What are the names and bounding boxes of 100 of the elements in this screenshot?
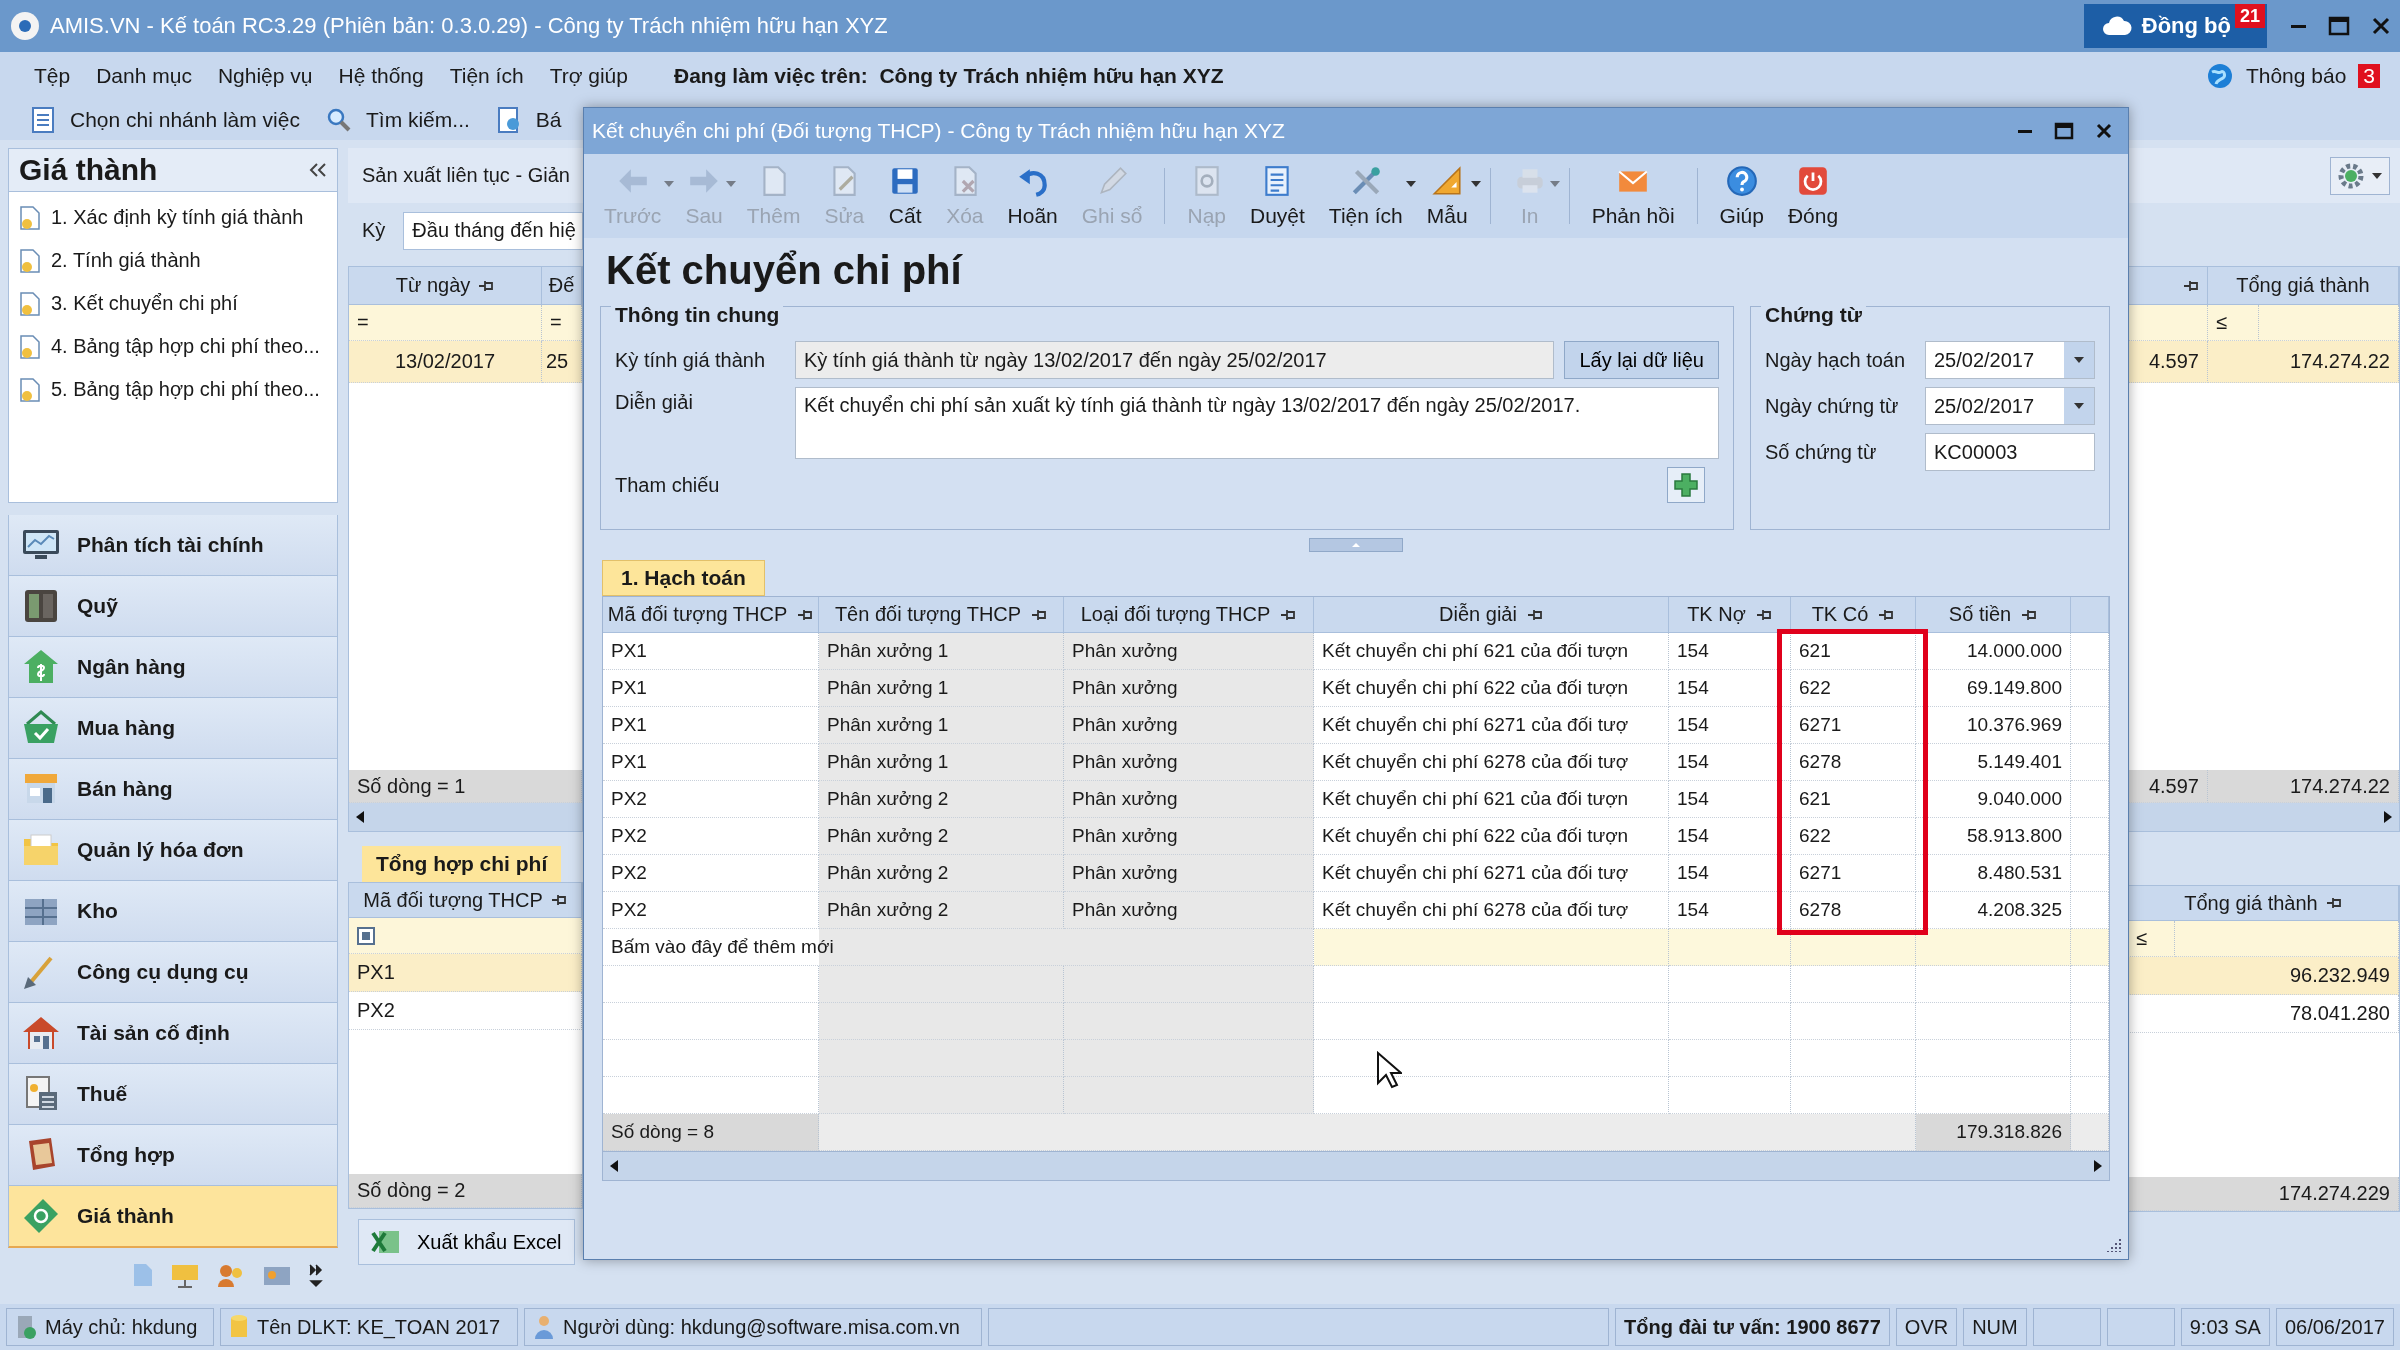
export-excel-button[interactable]: Xuất khẩu Excel [358, 1219, 575, 1265]
scroll-left-icon [609, 1159, 619, 1173]
settings-button[interactable] [2330, 156, 2390, 195]
pin-icon [1031, 607, 1048, 622]
column-header[interactable]: Tổng giá thành [2128, 886, 2399, 921]
module-button[interactable]: Giá thành [8, 1186, 338, 1248]
column-header[interactable]: Đế [542, 267, 582, 305]
module-button[interactable]: Công cụ dụng cụ [8, 942, 338, 1003]
table-cell: 14.000.000 [1916, 633, 2071, 670]
column-header[interactable]: Tổng giá thành [2208, 267, 2399, 305]
table-cell: Phân xưởng 2 [819, 818, 1064, 855]
toolbar-link[interactable]: Tìm kiếm... [365, 108, 470, 132]
column-header[interactable]: Loại đối tượng THCP [1064, 597, 1314, 633]
menu-item[interactable]: Danh mục [96, 64, 192, 88]
filter-cell[interactable] [2259, 305, 2399, 341]
filter-cell[interactable]: ≤ [2128, 921, 2175, 957]
field-label: Số chứng từ [1765, 439, 1878, 465]
module-button[interactable]: Tài sản cố định [8, 1003, 338, 1064]
cursor-icon [1376, 1051, 1402, 1089]
pin-icon [478, 278, 495, 293]
scrollbar[interactable] [349, 803, 582, 831]
module-button[interactable]: Ngân hàng [8, 637, 338, 698]
status-text: Tên DLKT: KE_TOAN 2017 [257, 1315, 501, 1339]
table-cell [2071, 744, 2109, 781]
close-icon [2372, 17, 2390, 35]
scrollbar[interactable] [2128, 803, 2399, 831]
task-link[interactable]: 3. Kết chuyển chi phí [51, 292, 238, 315]
toolbar-button[interactable]: Cất [878, 160, 933, 232]
table-cell: 154 [1669, 707, 1791, 744]
table-cell: 58.913.800 [1916, 818, 2071, 855]
module-button[interactable]: Quỹ [8, 576, 338, 637]
table-cell: 622 [1791, 818, 1916, 855]
column-header[interactable]: TK Nợ [1669, 597, 1791, 633]
table-cell: Kết chuyển chi phí 622 của đối tượn [1314, 818, 1669, 855]
excel-icon [371, 1229, 401, 1255]
menu-item[interactable]: Tệp [34, 64, 71, 88]
filter-cell[interactable]: = [349, 305, 542, 341]
field-label: Ngày hạch toán [1765, 347, 1907, 373]
tab[interactable]: Tổng hợp chi phí [362, 846, 562, 882]
toolbar-button[interactable]: Đóng [1777, 160, 1849, 232]
module-button[interactable]: Thuế [8, 1064, 338, 1125]
toolbar-link[interactable]: Chọn chi nhánh làm việc [70, 108, 300, 132]
column-header[interactable]: Tên đối tượng THCP [819, 597, 1064, 633]
filter-cell[interactable]: ≤ [2208, 305, 2259, 341]
table-cell: Kết chuyển chi phí 621 của đối tượn [1314, 781, 1669, 818]
pin-icon [1526, 607, 1543, 622]
column-header[interactable]: Mã đối tượng THCP [349, 883, 582, 918]
column-header[interactable] [2128, 267, 2208, 305]
tab[interactable]: 1. Hạch toán [602, 560, 765, 596]
collapse-handle[interactable] [1309, 538, 1403, 552]
group-title: Thông tin chung [611, 303, 784, 327]
scrollbar[interactable] [602, 1152, 2110, 1181]
menu-item[interactable]: Nghiệp vụ [217, 64, 313, 88]
toolbar-button[interactable]: Tiện ích [1318, 160, 1413, 232]
menu-item[interactable]: Hệ thống [338, 64, 424, 88]
task-link[interactable]: 2. Tính giá thành [51, 249, 201, 272]
table-cell: Phân xưởng [1064, 633, 1314, 670]
task-link[interactable]: 1. Xác định kỳ tính giá thành [51, 206, 304, 229]
menu-item[interactable]: Trợ giúp [549, 64, 628, 88]
table-cell: 96.232.949 [2128, 957, 2399, 995]
pin-icon [1280, 607, 1297, 622]
pin-icon [1755, 607, 1772, 622]
menu-item[interactable]: Tiện ích [449, 64, 524, 88]
task-link[interactable]: 4. Bảng tập hợp chi phí theo... [51, 335, 320, 358]
column-header[interactable]: Mã đối tượng THCP [603, 597, 819, 633]
toolbar-button[interactable]: Duyệt [1240, 160, 1315, 232]
filter-cell[interactable]: = [542, 305, 582, 341]
date-field[interactable]: 25/02/2017 [1925, 387, 2095, 425]
task-link[interactable]: 5. Bảng tập hợp chi phí theo... [51, 378, 320, 401]
toolbar-link[interactable]: Bá [535, 108, 562, 132]
sync-button[interactable]: Đồng bộ 21 [2083, 4, 2267, 48]
filter-cell[interactable] [2175, 921, 2399, 957]
working-company-label: Đang làm việc trên: Công ty Trách nhiệm hữu hạn XYZ [674, 64, 1224, 88]
description-field[interactable]: Kết chuyển chi phí sản xuất kỳ tính giá thành từ ngày 13/02/2017 đến ngày 25/02/2017. [795, 387, 1719, 459]
module-button[interactable]: Kho [8, 881, 338, 942]
reload-button[interactable]: Lấy lại dữ liệu [1564, 341, 1719, 379]
toolbar-button[interactable]: Giúp [1709, 160, 1774, 232]
toolbar-button[interactable]: Mẫu [1416, 160, 1478, 232]
column-header[interactable]: Diễn giải [1314, 597, 1669, 633]
add-reference-button[interactable] [1667, 467, 1705, 503]
row-count: Số dòng = 8 [603, 1114, 819, 1151]
toolbar-button[interactable]: Hoãn [997, 160, 1068, 232]
add-row-hint[interactable]: Bấm vào đây để thêm mới [603, 929, 1314, 966]
toolbar-button[interactable]: Phản hồi [1581, 160, 1685, 232]
module-button[interactable]: Tổng hợp [8, 1125, 338, 1186]
period-field[interactable]: Kỳ tính giá thành từ ngày 13/02/2017 đến ngày 25/02/2017 [795, 341, 1555, 379]
column-header[interactable]: Số tiền [1916, 597, 2071, 633]
module-button[interactable]: Phân tích tài chính [8, 515, 338, 576]
period-field[interactable]: Đầu tháng đến hiệ [403, 211, 583, 250]
table-cell: 154 [1669, 818, 1791, 855]
filter-cell[interactable] [349, 918, 582, 954]
input-field[interactable]: KC00003 [1925, 433, 2095, 471]
module-button[interactable]: Bán hàng [8, 759, 338, 820]
module-button[interactable]: Mua hàng [8, 698, 338, 759]
date-field[interactable]: 25/02/2017 [1925, 341, 2095, 379]
notifications-link[interactable]: Thông báo [2245, 64, 2347, 88]
module-button[interactable]: Quản lý hóa đơn [8, 820, 338, 881]
filter-cell[interactable] [2128, 305, 2208, 341]
pin-icon [2021, 607, 2038, 622]
column-header[interactable]: Từ ngày [349, 267, 542, 305]
